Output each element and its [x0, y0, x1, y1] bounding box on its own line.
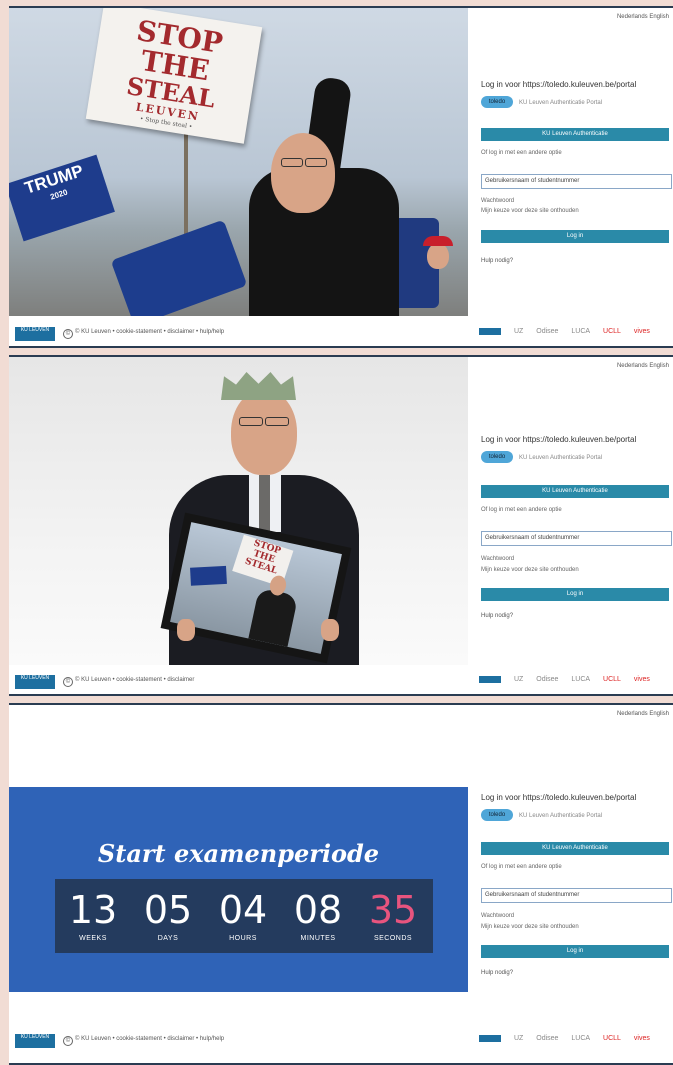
countdown-timer: 13 WEEKS 05 DAYS 04 HOURS 08 MINUTES 35 …	[55, 879, 433, 953]
language-switch[interactable]: Nederlands English	[617, 363, 669, 369]
kuleuven-auth-button[interactable]: KU Leuven Authenticatie	[481, 842, 669, 855]
login-title: Log in voor https://toledo.kuleuven.be/p…	[481, 80, 637, 89]
help-link[interactable]: Hulp nodig?	[481, 613, 513, 619]
username-field[interactable]: Gebruikersnaam of studentnummer	[481, 174, 672, 189]
remember-checkbox[interactable]: Mijn keuze voor deze site onthouden	[481, 567, 579, 573]
countdown-label: SECONDS	[373, 935, 413, 942]
red-cap	[423, 236, 453, 246]
login-button[interactable]: Log in	[481, 945, 669, 958]
countdown-label: DAYS	[157, 935, 179, 942]
countdown-value: 04	[218, 888, 268, 932]
bystander-head	[427, 243, 449, 269]
language-switch[interactable]: Nederlands English	[617, 14, 669, 20]
alt-login-link[interactable]: Of log in met een andere optie	[481, 150, 562, 156]
framed-protest-photo: STOP THE STEAL	[170, 522, 342, 654]
login-form: Nederlands English Log in voor https://t…	[477, 357, 673, 694]
login-form: Nederlands English Log in voor https://t…	[477, 705, 673, 1063]
login-title: Log in voor https://toledo.kuleuven.be/p…	[481, 793, 637, 802]
hero-photo-protest: STOP THE STEAL LEUVEN • Stop the steal •…	[9, 8, 468, 316]
copyright-icon: ©	[63, 677, 73, 687]
countdown-title: Start examenperiode	[97, 839, 380, 868]
kuleuven-logo: KU LEUVEN	[15, 327, 55, 341]
screenshot-panel-1: STOP THE STEAL LEUVEN • Stop the steal •…	[9, 6, 673, 348]
toledo-logo: toledo	[481, 809, 513, 821]
login-button[interactable]: Log in	[481, 588, 669, 601]
password-label: Wachtwoord	[481, 556, 515, 562]
username-field[interactable]: Gebruikersnaam of studentnummer	[481, 531, 672, 546]
screenshot-panel-2: STOP THE STEAL KU LEUVEN © © KU Leuven •…	[9, 355, 673, 696]
remember-checkbox[interactable]: Mijn keuze voor deze site onthouden	[481, 208, 579, 214]
password-label: Wachtwoord	[481, 913, 515, 919]
glasses	[265, 417, 289, 426]
countdown-value: 35	[368, 888, 418, 932]
countdown-banner: Start examenperiode 13 WEEKS 05 DAYS 04 …	[9, 787, 468, 992]
protest-sign: STOP THE STEAL LEUVEN • Stop the steal •	[85, 8, 263, 144]
login-subtitle: KU Leuven Authenticatie Portal	[519, 100, 603, 106]
glasses	[281, 158, 303, 167]
screenshot-panel-3: Start examenperiode 13 WEEKS 05 DAYS 04 …	[9, 703, 673, 1065]
login-form: Nederlands English Log in voor https://t…	[477, 8, 673, 346]
language-switch[interactable]: Nederlands English	[617, 711, 669, 717]
copyright-icon: ©	[63, 329, 73, 339]
toledo-logo: toledo	[481, 96, 513, 108]
kuleuven-logo: KU LEUVEN	[15, 1034, 55, 1048]
person-head	[271, 133, 335, 213]
mini-person	[248, 587, 299, 647]
kuleuven-auth-button[interactable]: KU Leuven Authenticatie	[481, 485, 669, 498]
countdown-hours: 04 HOURS	[205, 879, 281, 953]
hand	[177, 619, 195, 641]
hand	[321, 619, 339, 641]
alt-login-link[interactable]: Of log in met een andere optie	[481, 507, 562, 513]
countdown-weeks: 13 WEEKS	[55, 879, 131, 953]
footer-links[interactable]: © KU Leuven • cookie-statement • disclai…	[75, 329, 224, 335]
username-field[interactable]: Gebruikersnaam of studentnummer	[481, 888, 672, 903]
countdown-minutes: 08 MINUTES	[280, 879, 356, 953]
copyright-icon: ©	[63, 1036, 73, 1046]
countdown-label: HOURS	[229, 935, 257, 942]
glasses	[239, 417, 263, 426]
login-button[interactable]: Log in	[481, 230, 669, 243]
countdown-days: 05 DAYS	[130, 879, 206, 953]
login-title: Log in voor https://toledo.kuleuven.be/p…	[481, 435, 637, 444]
countdown-value: 05	[143, 888, 193, 932]
glasses	[305, 158, 327, 167]
countdown-value: 08	[293, 888, 343, 932]
toledo-logo: toledo	[481, 451, 513, 463]
kuleuven-auth-button[interactable]: KU Leuven Authenticatie	[481, 128, 669, 141]
footer-links[interactable]: © KU Leuven • cookie-statement • disclai…	[75, 1036, 224, 1042]
remember-checkbox[interactable]: Mijn keuze voor deze site onthouden	[481, 924, 579, 930]
hero-photo-portrait: STOP THE STEAL	[9, 357, 468, 665]
trump-flag: TRUMP 2020	[9, 154, 115, 242]
mini-flag	[190, 565, 227, 586]
person-head	[231, 389, 297, 475]
login-subtitle: KU Leuven Authenticatie Portal	[519, 455, 603, 461]
countdown-value: 13	[68, 888, 118, 932]
crown-icon	[221, 372, 296, 400]
crowd-flag	[110, 219, 248, 316]
countdown-label: WEEKS	[79, 935, 107, 942]
help-link[interactable]: Hulp nodig?	[481, 970, 513, 976]
alt-login-link[interactable]: Of log in met een andere optie	[481, 864, 562, 870]
kuleuven-logo: KU LEUVEN	[15, 675, 55, 689]
help-link[interactable]: Hulp nodig?	[481, 258, 513, 264]
login-subtitle: KU Leuven Authenticatie Portal	[519, 813, 603, 819]
password-label: Wachtwoord	[481, 198, 515, 204]
countdown-label: MINUTES	[300, 935, 336, 942]
countdown-seconds: 35 SECONDS	[355, 879, 431, 953]
footer-links[interactable]: © KU Leuven • cookie-statement • disclai…	[75, 677, 194, 683]
